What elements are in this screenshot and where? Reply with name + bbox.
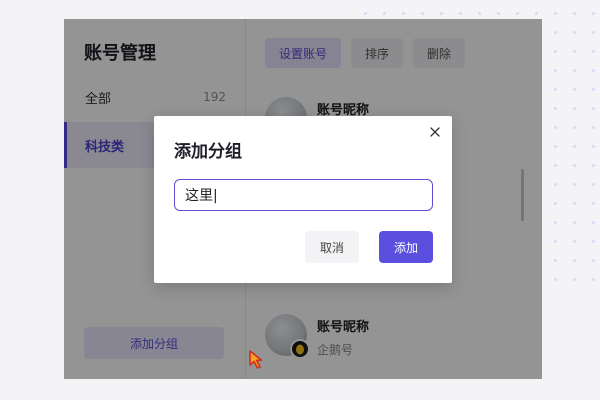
add-group-dialog: 添加分组 取消 添加 xyxy=(154,116,452,283)
close-icon[interactable] xyxy=(428,124,442,138)
pointer-cursor-icon xyxy=(246,347,274,375)
group-name-input[interactable] xyxy=(174,179,433,211)
dialog-title: 添加分组 xyxy=(174,142,242,162)
add-button[interactable]: 添加 xyxy=(379,231,433,263)
cancel-button[interactable]: 取消 xyxy=(305,231,359,263)
